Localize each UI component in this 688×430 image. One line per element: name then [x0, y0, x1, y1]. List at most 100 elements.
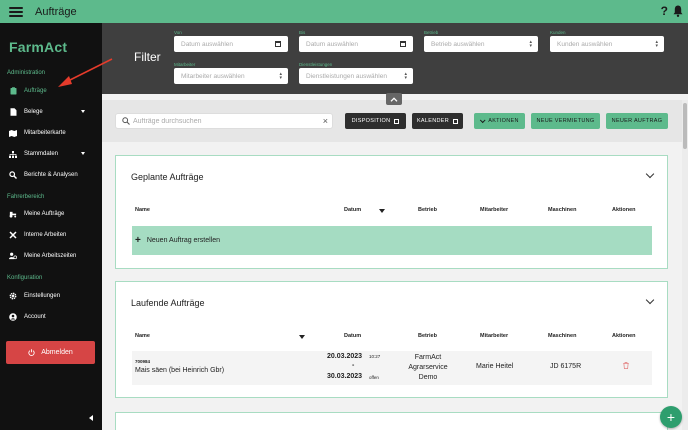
col-maschinen: Maschinen: [548, 333, 577, 339]
kalender-button[interactable]: KALENDER: [412, 113, 463, 129]
section-konfiguration: Konfiguration: [7, 275, 43, 281]
sidebar-item-label: Mitarbeiterkarte: [24, 130, 66, 136]
kunden-select[interactable]: Kunden auswählen ▴ ▾: [550, 36, 664, 52]
date-start: 20.03.2023: [327, 353, 363, 360]
sidebar-item-label: Einstellungen: [24, 293, 61, 299]
chevron-down-icon: [81, 110, 85, 113]
select-arrows-icon: ▴ ▾: [404, 71, 407, 81]
user-clock-icon: [9, 252, 17, 260]
sitemap-icon: [9, 150, 17, 158]
sidebar-item-label: Meine Arbeitszeiten: [24, 253, 77, 259]
sidebar-item-auftraege[interactable]: Aufträge: [0, 82, 102, 100]
sort-desc-icon[interactable]: [379, 209, 385, 213]
chevron-down-icon: [480, 117, 486, 124]
search-icon: [9, 171, 17, 179]
betrieb-value: FarmAct Agrarservice Demo: [408, 354, 448, 381]
collapse-filter-button[interactable]: [386, 93, 402, 105]
sidebar-item-belege[interactable]: Belege: [0, 103, 102, 121]
bell-icon[interactable]: [673, 5, 683, 17]
top-bar: Aufträge ?: [0, 0, 688, 23]
dienstleistungen-select[interactable]: Dienstleistungen auswählen ▴ ▾: [299, 68, 413, 84]
sidebar-item-mitarbeiterkarte[interactable]: Mitarbeiterkarte: [0, 124, 102, 142]
sidebar-item-label: Aufträge: [24, 88, 47, 94]
calendar-icon: [275, 41, 281, 47]
date-separator: -: [352, 362, 355, 369]
clipboard-icon: [9, 87, 17, 95]
sort-desc-icon[interactable]: [299, 335, 305, 339]
card-title: Geplante Aufträge: [131, 172, 204, 182]
section-fahrerbereich: Fahrerbereich: [7, 194, 45, 200]
order-id: 700984: [135, 359, 151, 364]
user-circle-icon: [9, 313, 17, 321]
filter-bis: Bis Datum auswählen: [299, 29, 413, 52]
map-icon: [9, 129, 17, 137]
calendar-icon: [400, 41, 406, 47]
tools-icon: [9, 231, 17, 239]
logout-button[interactable]: Abmelden: [6, 341, 95, 364]
card-title: Laufende Aufträge: [131, 298, 205, 308]
von-date-input[interactable]: Datum auswählen: [174, 36, 288, 52]
gear-icon: [9, 292, 17, 300]
sidebar-item-label: Belege: [24, 109, 43, 115]
scrollbar-thumb[interactable]: [683, 103, 687, 149]
third-orders-card: [115, 412, 668, 430]
chevron-down-icon: [81, 152, 85, 155]
sidebar-item-stammdaten[interactable]: Stammdaten: [0, 145, 102, 163]
sidebar-item-label: Berichte & Analysen: [24, 172, 78, 178]
search-icon: [122, 117, 130, 125]
trash-icon[interactable]: [623, 362, 629, 369]
col-name[interactable]: Name: [135, 333, 150, 339]
time-end: offen: [369, 375, 379, 380]
time-start: 10:27: [369, 354, 381, 359]
sidebar-item-berichte[interactable]: Berichte & Analysen: [0, 166, 102, 184]
sidebar-item-label: Stammdaten: [24, 151, 59, 157]
chevron-down-icon[interactable]: [645, 169, 655, 179]
sidebar-item-interne-arbeiten[interactable]: Interne Arbeiten: [0, 226, 102, 244]
document-icon: [9, 108, 17, 116]
toolbar: × DISPOSITION KALENDER AKTIONEN NEUE VER…: [102, 100, 688, 142]
new-order-row[interactable]: + Neuen Auftrag erstellen: [132, 226, 652, 255]
neue-vermietung-button[interactable]: NEUE VERMIETUNG: [531, 113, 600, 129]
sidebar-item-meine-arbeitszeiten[interactable]: Meine Arbeitszeiten: [0, 247, 102, 265]
add-fab-button[interactable]: +: [660, 406, 682, 428]
filter-kunden: Kunden Kunden auswählen ▴ ▾: [550, 29, 664, 52]
help-icon[interactable]: ?: [661, 4, 668, 18]
col-betrieb: Betrieb: [418, 207, 437, 213]
calendar-icon: [453, 118, 459, 124]
col-maschinen: Maschinen: [548, 207, 577, 213]
filter-dienstleistungen: Dienstleistungen Dienstleistungen auswäh…: [299, 61, 413, 84]
maschinen-value: JD 6175R: [550, 363, 582, 370]
table-row[interactable]: 700984 Mais säen (bei Heinrich Gbr) 20.0…: [132, 351, 652, 385]
filter-mitarbeiter: Mitarbeiter Mitarbeiter auswählen ▴ ▾: [174, 61, 288, 84]
hamburger-menu-icon[interactable]: [9, 6, 23, 17]
filter-von: Von Datum auswählen: [174, 29, 288, 52]
betrieb-select[interactable]: Betrieb auswählen ▴ ▾: [424, 36, 538, 52]
aktionen-button[interactable]: AKTIONEN: [474, 113, 525, 129]
disposition-button[interactable]: DISPOSITION: [345, 113, 406, 129]
filter-panel: Filter Von Datum auswählen Bis Datum aus…: [102, 23, 688, 94]
collapse-sidebar-icon[interactable]: [89, 415, 93, 421]
date-end: 30.03.2023: [327, 373, 363, 380]
sidebar: FarmAct Administration Aufträge Belege M…: [0, 23, 102, 430]
search-input[interactable]: [133, 117, 313, 125]
select-arrows-icon: ▴ ▾: [529, 39, 532, 49]
sidebar-item-meine-auftraege[interactable]: Meine Aufträge: [0, 205, 102, 223]
sidebar-item-label: Meine Aufträge: [24, 211, 65, 217]
board-icon: [394, 118, 400, 124]
filter-betrieb: Betrieb Betrieb auswählen ▴ ▾: [424, 29, 538, 52]
clear-search-icon[interactable]: ×: [323, 116, 328, 126]
sidebar-item-account[interactable]: Account: [0, 308, 102, 326]
filter-title: Filter: [134, 50, 161, 64]
mitarbeiter-select[interactable]: Mitarbeiter auswählen ▴ ▾: [174, 68, 288, 84]
main-scrollbar[interactable]: [682, 100, 688, 430]
col-datum[interactable]: Datum: [344, 207, 361, 213]
col-mitarbeiter: Mitarbeiter: [480, 207, 509, 213]
col-name: Name: [135, 207, 150, 213]
bis-date-input[interactable]: Datum auswählen: [299, 36, 413, 52]
select-arrows-icon: ▴ ▾: [279, 71, 282, 81]
page-title: Aufträge: [35, 5, 77, 18]
geplante-auftraege-card: Geplante Aufträge Name Datum Betrieb Mit…: [115, 155, 668, 269]
neuer-auftrag-button[interactable]: NEUER AUFTRAG: [606, 113, 668, 129]
chevron-down-icon[interactable]: [645, 295, 655, 305]
sidebar-item-einstellungen[interactable]: Einstellungen: [0, 287, 102, 305]
